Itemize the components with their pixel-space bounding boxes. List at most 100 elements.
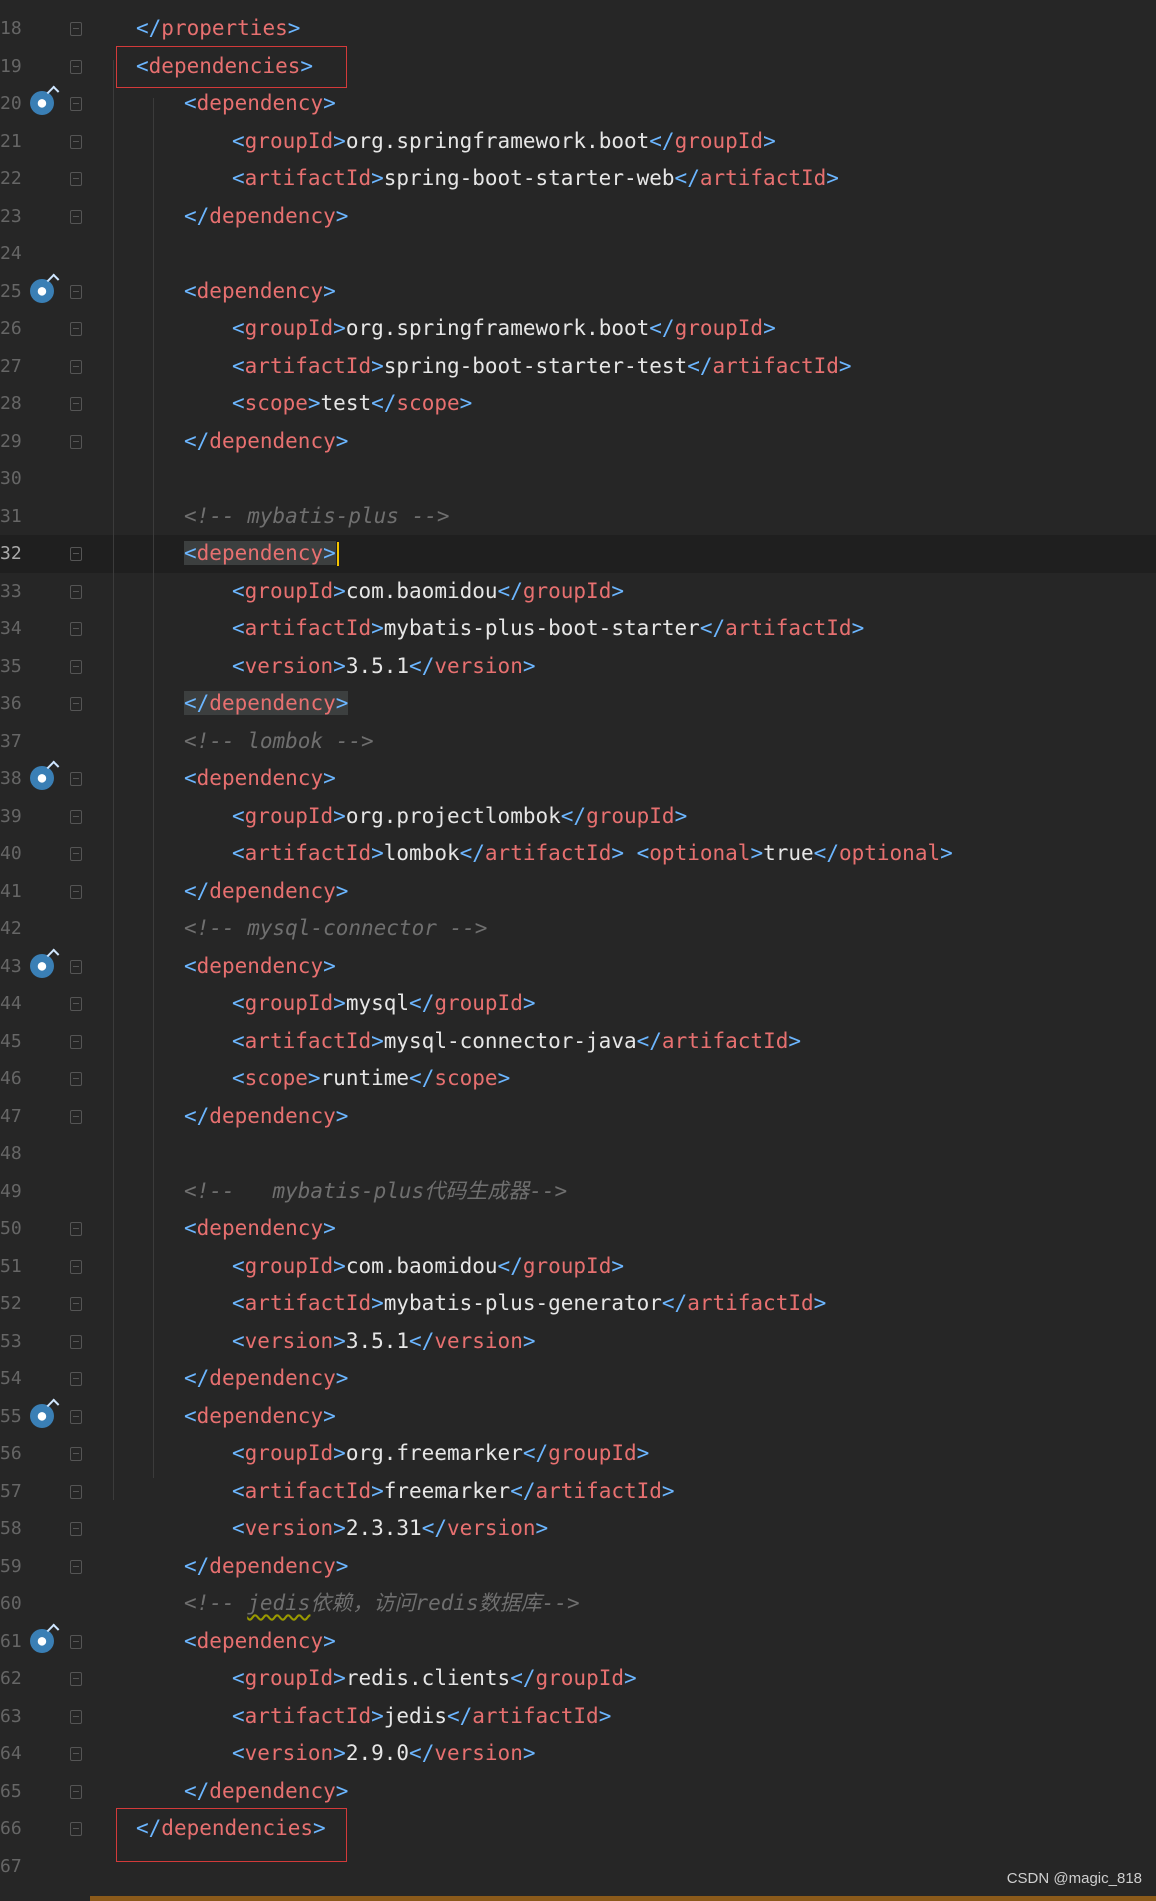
code-line[interactable]: 20 ● <dependency>: [0, 85, 1156, 123]
code-line[interactable]: 35 <version>3.5.1</version>: [0, 648, 1156, 686]
fold-marker-icon[interactable]: [70, 772, 82, 786]
code-line[interactable]: 21 <groupId>org.springframework.boot</gro…: [0, 123, 1156, 161]
fold-marker-icon[interactable]: [70, 134, 82, 149]
fold-marker-icon[interactable]: [70, 1484, 82, 1499]
code-line[interactable]: 34 <artifactId>mybatis-plus-boot-starter<…: [0, 610, 1156, 648]
code-line[interactable]: 48: [0, 1135, 1156, 1173]
update-dependency-icon[interactable]: ●: [30, 1403, 54, 1428]
fold-marker-icon[interactable]: [70, 622, 82, 636]
code-line[interactable]: 26 <groupId>org.springframework.boot</gro…: [0, 310, 1156, 348]
fold-marker-icon[interactable]: [70, 1259, 82, 1274]
fold-marker-icon[interactable]: [70, 359, 82, 374]
fold-marker-icon[interactable]: [70, 434, 82, 449]
code-line[interactable]: 51 <groupId>com.baomidou</groupId>: [0, 1248, 1156, 1286]
fold-marker-icon[interactable]: [70, 809, 82, 824]
update-dependency-icon[interactable]: ●: [30, 1628, 54, 1653]
fold-marker-icon[interactable]: [70, 697, 82, 711]
code-line[interactable]: 50 <dependency>: [0, 1210, 1156, 1248]
fold-marker-icon[interactable]: [70, 959, 82, 974]
code-line[interactable]: 31 <!-- mybatis-plus -->: [0, 498, 1156, 536]
code-line[interactable]: 32 <dependency>: [0, 535, 1156, 573]
fold-marker-icon[interactable]: [70, 547, 82, 561]
code-line[interactable]: 39 <groupId>org.projectlombok</groupId>: [0, 798, 1156, 836]
code-line[interactable]: 23 </dependency>: [0, 198, 1156, 236]
code-line[interactable]: 62 <groupId>redis.clients</groupId>: [0, 1660, 1156, 1698]
fold-marker-icon[interactable]: [70, 584, 82, 599]
code-line[interactable]: 53 <version>3.5.1</version>: [0, 1323, 1156, 1361]
fold-marker-icon[interactable]: [70, 322, 82, 336]
update-dependency-icon[interactable]: ●: [30, 278, 54, 303]
fold-marker-icon[interactable]: [70, 1334, 82, 1349]
code-line[interactable]: 60 <!-- jedis依赖，访问redis数据库-->: [0, 1585, 1156, 1623]
fold-marker-icon[interactable]: [70, 884, 82, 899]
fold-marker-icon[interactable]: [70, 1447, 82, 1461]
code-token: version: [446, 1516, 536, 1540]
code-line[interactable]: 29 </dependency>: [0, 423, 1156, 461]
fold-marker-icon[interactable]: [70, 172, 82, 186]
fold-marker-icon[interactable]: [70, 1072, 82, 1086]
code-line[interactable]: 27 <artifactId>spring-boot-starter-test</…: [0, 348, 1156, 386]
code-token: dependency: [209, 1553, 336, 1578]
code-line[interactable]: 54 </dependency>: [0, 1360, 1156, 1398]
fold-marker-icon[interactable]: [70, 22, 82, 36]
code-line[interactable]: 36 </dependency>: [0, 685, 1156, 723]
code-line[interactable]: 25 ● <dependency>: [0, 273, 1156, 311]
code-line[interactable]: 65 </dependency>: [0, 1773, 1156, 1811]
code-line[interactable]: 45 <artifactId>mysql-connector-java</arti…: [0, 1023, 1156, 1061]
code-line[interactable]: 44 <groupId>mysql</groupId>: [0, 985, 1156, 1023]
fold-marker-icon[interactable]: [70, 1784, 82, 1799]
line-number: 21: [0, 130, 22, 152]
code-text: <artifactId>freemarker</artifactId>: [232, 1473, 675, 1511]
code-line[interactable]: 59 </dependency>: [0, 1548, 1156, 1586]
fold-marker-icon[interactable]: [70, 1634, 82, 1649]
fold-marker-icon[interactable]: [70, 1409, 82, 1424]
code-line[interactable]: 58 <version>2.3.31</version>: [0, 1510, 1156, 1548]
fold-marker-icon[interactable]: [70, 1672, 82, 1686]
update-dependency-icon[interactable]: ●: [30, 953, 54, 978]
fold-marker-icon[interactable]: [70, 847, 82, 861]
fold-marker-icon[interactable]: [70, 59, 82, 74]
fold-marker-icon[interactable]: [70, 397, 82, 411]
code-line[interactable]: 46 <scope>runtime</scope>: [0, 1060, 1156, 1098]
code-line[interactable]: 18 </properties>: [0, 10, 1156, 48]
code-line[interactable]: 24: [0, 235, 1156, 273]
fold-marker-icon[interactable]: [70, 1109, 82, 1124]
update-dependency-icon[interactable]: ●: [30, 766, 54, 790]
code-line[interactable]: 30: [0, 460, 1156, 498]
fold-marker-icon[interactable]: [70, 1297, 82, 1311]
code-token: version: [244, 1328, 334, 1353]
fold-marker-icon[interactable]: [70, 659, 82, 674]
code-line[interactable]: 42 <!-- mysql-connector -->: [0, 910, 1156, 948]
code-line[interactable]: 38 ● <dependency>: [0, 760, 1156, 798]
fold-marker-icon[interactable]: [70, 1034, 82, 1049]
code-line[interactable]: 47 </dependency>: [0, 1098, 1156, 1136]
code-line[interactable]: 64 <version>2.9.0</version>: [0, 1735, 1156, 1773]
fold-marker-icon[interactable]: [70, 209, 82, 224]
code-editor[interactable]: 18 </properties> 19 <dependencies> 20 ● <depen…: [0, 0, 1156, 1901]
fold-marker-icon[interactable]: [70, 1709, 82, 1724]
code-line[interactable]: 28 <scope>test</scope>: [0, 385, 1156, 423]
fold-marker-icon[interactable]: [70, 1372, 82, 1386]
code-line[interactable]: 33 <groupId>com.baomidou</groupId>: [0, 573, 1156, 611]
code-line[interactable]: 55 ● <dependency>: [0, 1398, 1156, 1436]
code-line[interactable]: 41 </dependency>: [0, 873, 1156, 911]
code-line[interactable]: 56 <groupId>org.freemarker</groupId>: [0, 1435, 1156, 1473]
code-line[interactable]: 61 ● <dependency>: [0, 1623, 1156, 1661]
fold-marker-icon[interactable]: [70, 284, 82, 299]
code-line[interactable]: 49 <!-- mybatis-plus代码生成器-->: [0, 1173, 1156, 1211]
code-line[interactable]: 40 <artifactId>lombok</artifactId> <optio…: [0, 835, 1156, 873]
fold-marker-icon[interactable]: [70, 1522, 82, 1536]
code-line[interactable]: 22 <artifactId>spring-boot-starter-web</a…: [0, 160, 1156, 198]
fold-marker-icon[interactable]: [70, 997, 82, 1011]
code-line[interactable]: 43 ● <dependency>: [0, 948, 1156, 986]
code-line[interactable]: 37 <!-- lombok -->: [0, 723, 1156, 761]
fold-marker-icon[interactable]: [70, 97, 82, 111]
fold-marker-icon[interactable]: [70, 1747, 82, 1761]
code-line[interactable]: 63 <artifactId>jedis</artifactId>: [0, 1698, 1156, 1736]
code-line[interactable]: 57 <artifactId>freemarker</artifactId>: [0, 1473, 1156, 1511]
fold-marker-icon[interactable]: [70, 1559, 82, 1574]
update-dependency-icon[interactable]: ●: [30, 91, 54, 115]
fold-marker-icon[interactable]: [70, 1222, 82, 1236]
fold-marker-icon[interactable]: [70, 1822, 82, 1836]
code-line[interactable]: 52 <artifactId>mybatis-plus-generator</ar…: [0, 1285, 1156, 1323]
